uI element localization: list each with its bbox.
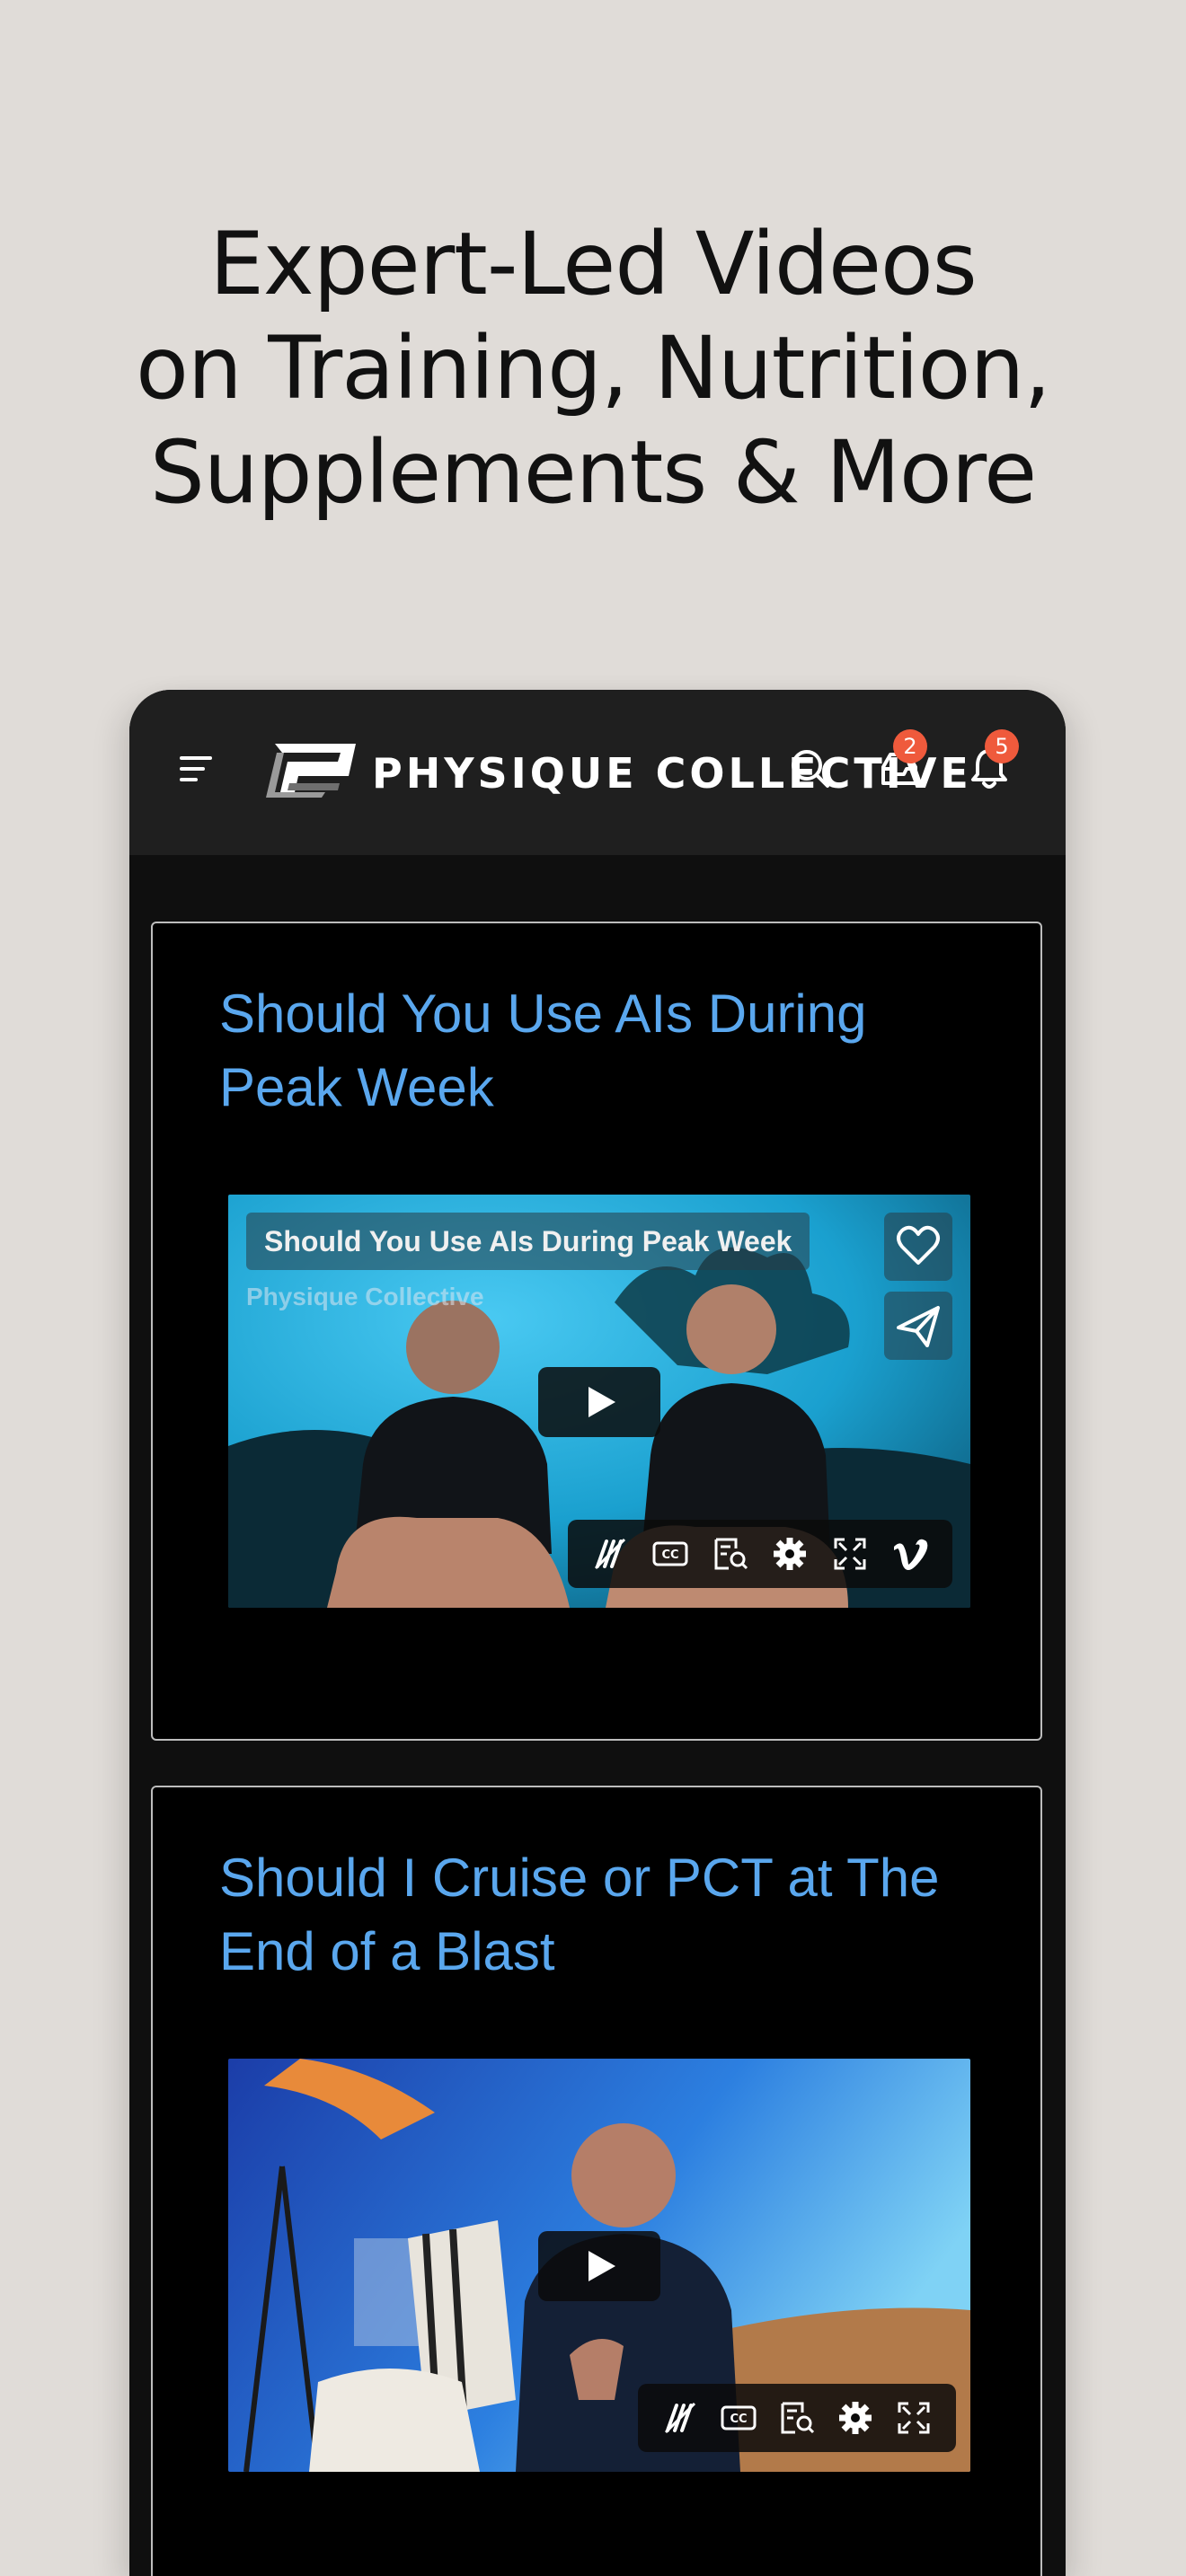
- video-player[interactable]: CC: [228, 2059, 970, 2472]
- headline-line-3: Supplements & More: [149, 422, 1037, 523]
- video-title-link[interactable]: Should You Use AIs During Peak Week: [219, 977, 992, 1125]
- marketing-headline: Expert-Led Videos on Training, Nutrition…: [0, 212, 1186, 525]
- transcript-search-icon: [714, 1538, 748, 1570]
- share-button[interactable]: [884, 1292, 952, 1360]
- transcript-search-icon: [781, 2402, 815, 2434]
- play-icon: [589, 1387, 615, 1417]
- headline-line-2: on Training, Nutrition,: [136, 318, 1051, 419]
- heart-icon: [897, 1225, 940, 1265]
- settings-button[interactable]: [827, 2393, 885, 2443]
- fullscreen-icon: [898, 2402, 930, 2434]
- menu-icon[interactable]: [176, 751, 219, 787]
- closed-captions-icon: CC: [652, 1541, 688, 1566]
- fullscreen-button[interactable]: [885, 2393, 943, 2443]
- like-button[interactable]: [884, 1213, 952, 1281]
- video-card: Should I Cruise or PCT at The End of a B…: [151, 1786, 1042, 2576]
- video-title-link[interactable]: Should I Cruise or PCT at The End of a B…: [219, 1841, 992, 1989]
- play-icon: [589, 2251, 615, 2281]
- transcript-button[interactable]: [700, 1529, 760, 1579]
- play-button[interactable]: [538, 1367, 660, 1437]
- captions-button[interactable]: CC: [709, 2393, 767, 2443]
- app-header: PHYSIQUE COLLECTIVE 2 5: [129, 690, 1066, 855]
- video-card: Should You Use AIs During Peak Week Shou…: [151, 922, 1042, 1741]
- video-controls: CC: [638, 2384, 956, 2452]
- video-overlay-title: Should You Use AIs During Peak Week: [246, 1213, 810, 1270]
- gear-icon: [774, 1538, 807, 1570]
- play-button[interactable]: [538, 2231, 660, 2301]
- vimeo-logo-icon: [893, 1539, 928, 1570]
- paper-plane-icon: [897, 1306, 940, 1347]
- closed-captions-icon: CC: [721, 2405, 757, 2430]
- video-player[interactable]: Should You Use AIs During Peak Week Phys…: [228, 1195, 970, 1608]
- speed-icon: [595, 1538, 626, 1570]
- phone-frame: PHYSIQUE COLLECTIVE 2 5 Should You Use A…: [129, 690, 1066, 2576]
- brand-logo-icon[interactable]: [262, 740, 359, 801]
- speed-button[interactable]: [651, 2393, 709, 2443]
- vimeo-link[interactable]: [880, 1529, 940, 1579]
- headline-line-1: Expert-Led Videos: [209, 214, 978, 314]
- settings-button[interactable]: [760, 1529, 820, 1579]
- transcript-button[interactable]: [767, 2393, 826, 2443]
- fullscreen-icon: [834, 1538, 866, 1570]
- gear-icon: [839, 2402, 872, 2434]
- speed-icon: [664, 2402, 695, 2434]
- notifications-badge: 5: [985, 729, 1019, 763]
- video-overlay-author: Physique Collective: [246, 1283, 484, 1310]
- inbox-badge: 2: [893, 729, 927, 763]
- fullscreen-button[interactable]: [820, 1529, 881, 1579]
- captions-button[interactable]: CC: [641, 1529, 701, 1579]
- svg-text:CC: CC: [730, 2413, 747, 2426]
- speed-button[interactable]: [580, 1529, 641, 1579]
- video-controls: CC: [568, 1520, 952, 1588]
- svg-text:CC: CC: [661, 1548, 678, 1562]
- search-icon[interactable]: [785, 744, 836, 794]
